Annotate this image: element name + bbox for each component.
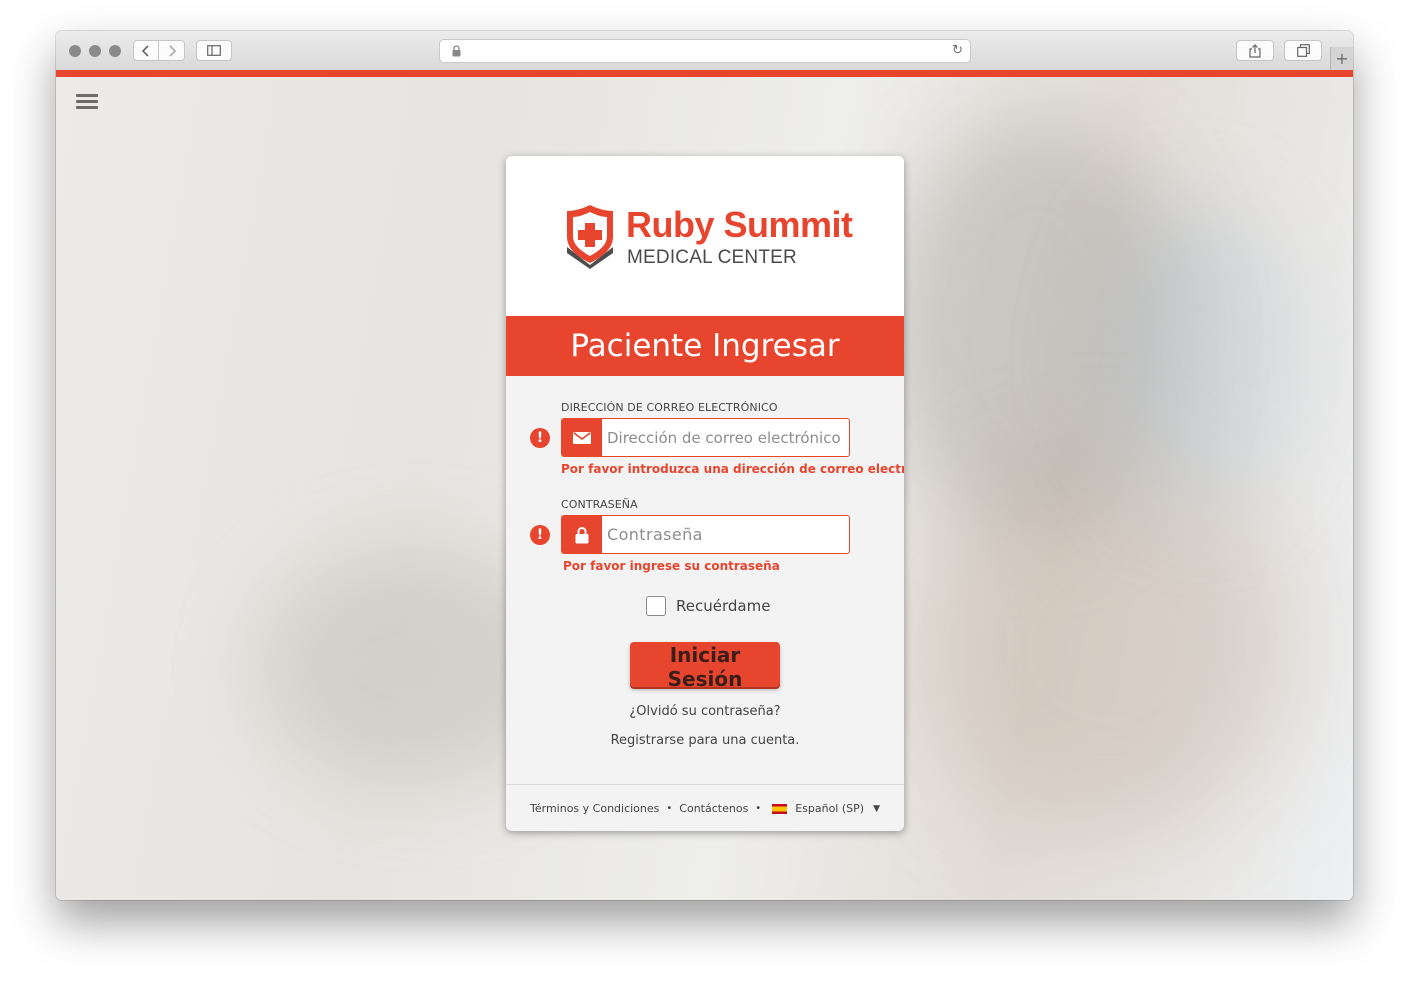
email-label: DIRECCIÓN DE CORREO ELECTRÓNICO	[561, 401, 778, 414]
page-content: Ruby Summit MEDICAL CENTER Paciente Ingr…	[56, 77, 1353, 900]
background-photo-blur	[916, 457, 1296, 837]
share-button[interactable]	[1236, 40, 1274, 61]
remember-me-label[interactable]: Recuérdame	[676, 597, 770, 615]
page-title: Paciente Ingresar	[570, 328, 840, 364]
envelope-icon	[562, 419, 602, 456]
password-field	[561, 515, 850, 554]
remember-me[interactable]: Recuérdame	[646, 595, 770, 617]
minimize-window-icon[interactable]	[89, 45, 101, 57]
login-card: Ruby Summit MEDICAL CENTER Paciente Ingr…	[506, 156, 904, 831]
share-icon	[1249, 43, 1261, 58]
email-error-message: Por favor introduzca una dirección de co…	[561, 462, 904, 476]
terms-link[interactable]: Términos y Condiciones	[530, 802, 659, 815]
login-button[interactable]: Iniciar Sesión	[630, 642, 780, 691]
password-error-icon: !	[530, 525, 550, 545]
brand-subtitle: MEDICAL CENTER	[627, 247, 797, 268]
address-bar[interactable]: ↻	[439, 39, 971, 63]
forward-button[interactable]	[158, 40, 185, 61]
language-selector[interactable]: Español (SP)	[795, 802, 864, 815]
login-title-banner: Paciente Ingresar	[506, 316, 904, 376]
menu-icon[interactable]	[76, 94, 98, 110]
tabs-icon	[1296, 44, 1310, 57]
password-label: CONTRASEÑA	[561, 498, 638, 511]
password-error-message: Por favor ingrese su contraseña	[563, 559, 780, 573]
reload-icon[interactable]: ↻	[952, 43, 963, 58]
tab-overview-button[interactable]	[1284, 40, 1322, 61]
contact-link[interactable]: Contáctenos	[679, 802, 748, 815]
spain-flag-icon	[772, 803, 788, 814]
email-input[interactable]	[602, 419, 849, 456]
lock-icon	[562, 516, 602, 553]
footer-separator: •	[755, 803, 762, 814]
background-photo-blur	[1096, 197, 1296, 517]
caret-down-icon[interactable]: ▼	[873, 804, 880, 814]
chevron-left-icon	[142, 44, 149, 57]
close-window-icon[interactable]	[69, 45, 81, 57]
footer-separator: •	[666, 803, 673, 814]
card-footer: Términos y Condiciones • Contáctenos • E…	[506, 784, 904, 831]
remember-me-checkbox[interactable]	[646, 596, 666, 616]
forgot-password-link[interactable]: ¿Olvidó su contraseña?	[506, 704, 904, 719]
lock-icon	[452, 45, 461, 57]
password-input[interactable]	[602, 516, 849, 553]
sidebar-button[interactable]	[196, 40, 232, 61]
email-error-icon: !	[530, 428, 550, 448]
browser-window: ↻ + Ruby Summit MEDICAL CENTER Paciente …	[56, 31, 1353, 900]
new-tab-button[interactable]: +	[1330, 47, 1353, 70]
register-link[interactable]: Registrarse para una cuenta.	[506, 733, 904, 748]
browser-toolbar: ↻ +	[56, 31, 1353, 71]
back-button[interactable]	[133, 40, 159, 61]
brand-name: Ruby Summit	[626, 204, 853, 245]
email-field	[561, 418, 850, 457]
logo-area: Ruby Summit MEDICAL CENTER	[506, 156, 904, 316]
brand-accent-strip	[56, 70, 1353, 77]
zoom-window-icon[interactable]	[109, 45, 121, 57]
shield-cross-icon	[567, 205, 613, 269]
sidebar-icon	[207, 45, 221, 56]
chevron-right-icon	[168, 44, 176, 57]
